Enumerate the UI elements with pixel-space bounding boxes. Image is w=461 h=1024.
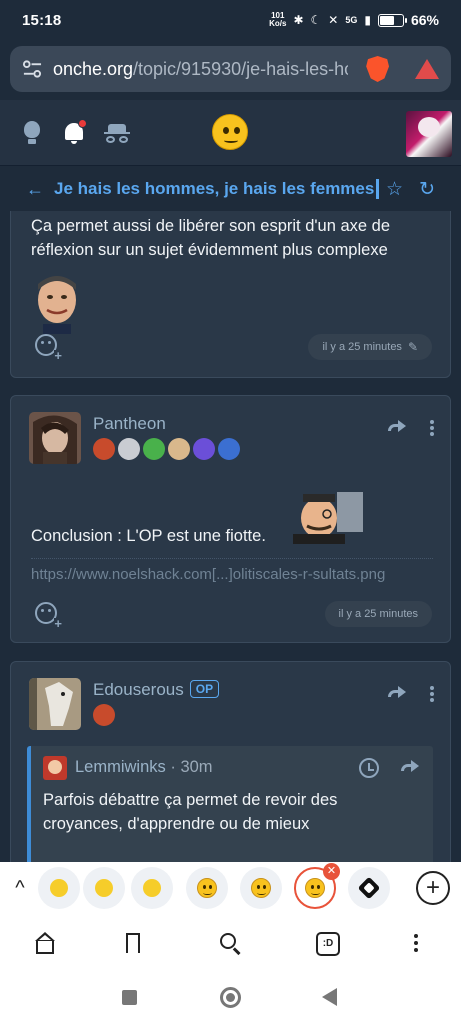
quote-text: Parfois débattre ça permet de revoir des… [43,791,338,833]
author-avatar[interactable] [29,678,81,730]
star-icon[interactable]: ☆ [386,178,403,201]
share-icon[interactable] [399,758,419,774]
battery-percent: 66% [410,12,439,28]
badge[interactable] [143,438,165,460]
author-badges [93,438,240,460]
sticker-image [283,488,363,544]
post-text: Ça permet aussi de libérer son esprit d'… [31,217,391,259]
refresh-icon[interactable]: ↻ [419,178,435,201]
post-card: Edouserous OP Lemmiwinks · 30m Parfois dé… [10,661,451,862]
status-icons: 101 Ko/s ✱ ☾ ✕ 5G ▮ 66% [269,11,439,29]
share-icon[interactable] [386,418,406,434]
tabs-icon[interactable]: :D [316,932,340,956]
lightbulb-icon[interactable] [20,120,44,145]
home-icon[interactable] [33,932,57,956]
menu-icon[interactable] [404,932,428,956]
browser-tab[interactable] [131,867,173,909]
author-badges [93,704,115,726]
notification-bell-icon[interactable] [62,118,87,145]
status-bar: 15:18 101 Ko/s ✱ ☾ ✕ 5G ▮ 66% [0,0,461,40]
signal-icon: ▮ [364,13,371,27]
chevron-up-icon[interactable]: ^ [0,877,40,900]
edit-pencil-icon: ✎ [407,340,418,354]
address-bar[interactable]: onche.org/topic/915930/je-hais-les-ho [10,46,451,92]
browser-bottom-nav: :D [0,914,461,974]
topic-bar: ← Je hais les hommes, je hais les femmes… [0,167,461,211]
browser-tab-active[interactable]: ✕ [294,863,340,909]
post-card: Ça permet aussi de libérer son esprit d'… [10,211,451,378]
browser-tab[interactable] [83,867,125,909]
author-name[interactable]: Edouserous OP [93,680,220,700]
bookmark-icon[interactable] [121,932,145,959]
search-icon[interactable] [218,932,242,956]
brave-shield-icon[interactable] [366,56,390,82]
browser-tab[interactable] [240,867,282,909]
add-reaction-icon[interactable] [35,602,62,630]
battery-icon [377,13,407,27]
incognito-icon[interactable] [104,123,130,144]
history-icon[interactable] [359,758,379,778]
moon-icon: ☾ [310,13,322,27]
author-avatar[interactable] [29,412,81,464]
net-speed: 101 Ko/s [269,11,287,28]
badge[interactable] [168,438,190,460]
more-options-icon[interactable] [430,420,434,436]
brave-rewards-icon[interactable] [415,59,440,79]
badge[interactable] [193,438,215,460]
silent-icon: ✕ [328,13,339,27]
browser-tab[interactable] [348,867,390,909]
badge[interactable] [93,704,115,726]
new-tab-button[interactable]: + [416,871,450,905]
topic-title[interactable]: Je hais les hommes, je hais les femmes [54,179,374,199]
badge[interactable] [118,438,140,460]
user-avatar[interactable] [406,111,452,157]
post-card: Pantheon Conclusion : L'OP est une fiott… [10,395,451,643]
divider [31,558,433,559]
quote-author-avatar[interactable] [43,756,67,780]
author-name[interactable]: Pantheon [93,414,166,434]
notification-dot [78,118,87,128]
bluetooth-icon: ✱ [293,13,304,27]
home-button[interactable] [220,987,241,1008]
quote-author[interactable]: Lemmiwinks · 30m [75,758,213,777]
share-icon[interactable] [386,684,406,700]
address-bar-area: onche.org/topic/915930/je-hais-les-ho [0,40,461,100]
site-logo[interactable] [212,114,248,150]
network-label: 5G [345,15,358,25]
browser-tab[interactable] [38,867,80,909]
system-nav-bar [0,974,461,1024]
status-time: 15:18 [22,11,62,29]
url-text[interactable]: onche.org/topic/915930/je-hais-les-ho [53,59,348,80]
tab-strip: ^ ✕ + [0,862,461,914]
more-options-icon[interactable] [430,686,434,702]
add-reaction-icon[interactable] [35,334,62,362]
recents-button[interactable] [122,990,137,1005]
post-time[interactable]: il y a 25 minutes ✎ [308,334,432,360]
back-button[interactable] [322,988,337,1006]
topic-content[interactable]: Ça permet aussi de libérer son esprit d'… [0,211,461,862]
site-header [0,100,461,166]
sticker-image [31,272,83,334]
title-cursor [376,179,380,199]
browser-tab[interactable] [186,867,228,909]
post-text: Conclusion : L'OP est une fiotte. [31,527,266,545]
badge[interactable] [218,438,240,460]
close-tab-icon[interactable]: ✕ [323,863,340,880]
quoted-post[interactable]: Lemmiwinks · 30m Parfois débattre ça per… [27,746,433,862]
badge[interactable] [93,438,115,460]
back-arrow-icon[interactable]: ← [26,179,44,200]
site-settings-icon[interactable] [22,59,43,79]
op-badge: OP [189,680,220,698]
post-link[interactable]: https://www.noelshack.com[...]olitiscale… [31,566,385,583]
post-time[interactable]: il y a 25 minutes [324,601,432,627]
